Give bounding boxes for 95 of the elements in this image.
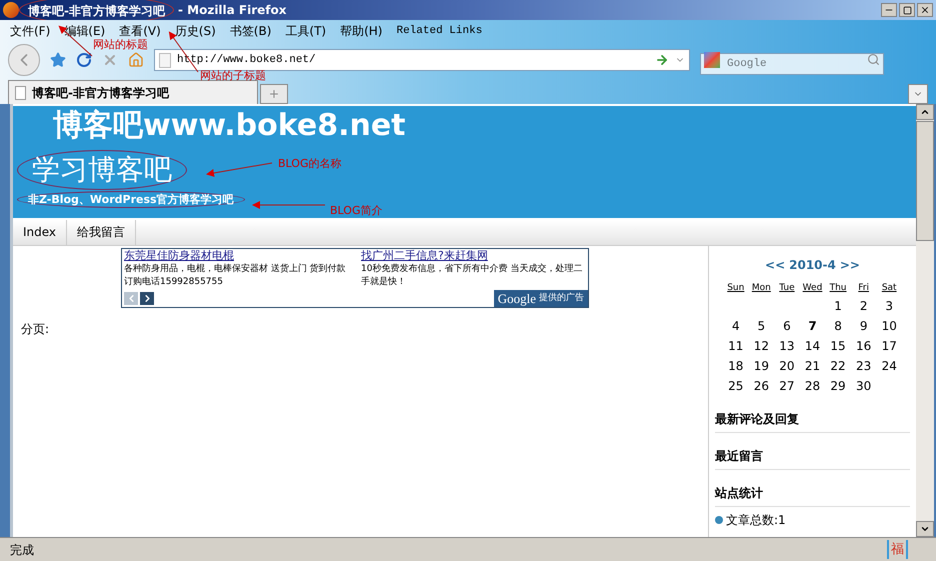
- calendar-day: 10: [876, 316, 902, 336]
- menu-item[interactable]: 历史(S): [174, 22, 216, 40]
- page-icon: [15, 86, 26, 100]
- sidebar-heading: 最近留言: [715, 447, 910, 470]
- ad-text: 10秒免费发布信息，省下所有中介费 当天成交，处理二手就是快！: [361, 263, 584, 289]
- ad-badge-brand: Google: [498, 290, 536, 308]
- calendar-day: 6: [774, 316, 800, 336]
- site-logo: 博客吧www.boke8.net: [53, 108, 407, 144]
- calendar-day: 2: [850, 296, 876, 316]
- window-title-app-name: - Mozilla Firefox: [178, 2, 286, 19]
- calendar-day: 12: [748, 336, 774, 356]
- weekday-label: Sat: [880, 282, 898, 295]
- calendar-day: 19: [748, 356, 774, 376]
- window-title: 博客吧-非官方博客学习吧: [28, 4, 165, 18]
- calendar-day: 20: [774, 356, 800, 376]
- ad-title-link[interactable]: 找广州二手信息?来赶集网: [361, 249, 586, 263]
- annotation-label: 网站的标题: [93, 39, 148, 51]
- annotation-label: BLOG的名称: [278, 158, 342, 170]
- reload-icon[interactable]: [76, 52, 92, 68]
- calendar-day: 24: [876, 356, 902, 376]
- menu-item[interactable]: Related Links: [396, 22, 482, 40]
- calendar-day: 13: [774, 336, 800, 356]
- menu-item[interactable]: 查看(V): [119, 22, 161, 40]
- home-icon[interactable]: [128, 52, 144, 68]
- menu-item[interactable]: 工具(T): [285, 22, 326, 40]
- blog-name: 学习博客吧: [32, 153, 172, 187]
- blog-description: 非Z-Blog、WordPress官方博客学习吧: [28, 192, 234, 207]
- calendar-day: 7: [800, 316, 826, 336]
- ad-badge-label: 提供的广告: [539, 292, 584, 305]
- go-arrow-icon[interactable]: [655, 53, 669, 67]
- page-icon: [159, 52, 171, 68]
- ad-next-button[interactable]: [140, 292, 154, 305]
- calendar-day: 29: [825, 376, 851, 396]
- maximize-button[interactable]: [899, 3, 915, 17]
- close-button[interactable]: [917, 3, 933, 17]
- calendar-month: 2010-4: [789, 257, 836, 274]
- calendar-day: 1: [825, 296, 851, 316]
- calendar-day: 21: [800, 356, 826, 376]
- maximize-icon: [902, 6, 912, 14]
- annotation-label: BLOG简介: [330, 205, 382, 217]
- calendar-day: 18: [723, 356, 749, 376]
- scroll-down-button[interactable]: [916, 521, 934, 537]
- ad-title-link[interactable]: 东莞星佳防身器材电棍: [124, 249, 349, 263]
- sidebar-item: 文章总数:1: [726, 512, 786, 529]
- ad-text: 各种防身用品，电棍，电棒保安器材 送货上门 货到付款订购电话15992855755: [124, 263, 347, 289]
- calendar-day: 5: [748, 316, 774, 336]
- annotation-label: 网站的子标题: [200, 70, 266, 82]
- calendar-day: 16: [850, 336, 876, 356]
- calendar-day: 15: [825, 336, 851, 356]
- scrollbar[interactable]: [916, 104, 934, 537]
- scroll-down-icon: [920, 524, 930, 534]
- browser-tab[interactable]: 博客吧-非官方博客学习吧: [8, 80, 258, 104]
- sidebar-heading: 最新评论及回复: [715, 410, 910, 433]
- weekday-label: Fri: [857, 282, 870, 295]
- calendar-day: 27: [774, 376, 800, 396]
- calendar-day: 14: [800, 336, 826, 356]
- calendar-day: 25: [723, 376, 749, 396]
- bookmark-star-icon[interactable]: [50, 52, 66, 68]
- calendar-day: 9: [850, 316, 876, 336]
- calendar-day: 26: [748, 376, 774, 396]
- stop-icon[interactable]: [102, 52, 118, 68]
- scroll-up-button[interactable]: [916, 104, 934, 120]
- close-icon: [920, 5, 930, 15]
- prev-month-link[interactable]: <<: [765, 256, 786, 274]
- calendar-day: 30: [850, 376, 876, 396]
- annotation-arrow: [206, 162, 272, 177]
- calendar-day: 23: [850, 356, 876, 376]
- sidebar-heading: 站点统计: [715, 484, 910, 507]
- calendar-day: 4: [723, 316, 749, 336]
- weekday-label: Mon: [750, 282, 772, 295]
- calendar-day: 17: [876, 336, 902, 356]
- status-text: 完成: [10, 542, 34, 558]
- calendar-day: 28: [800, 376, 826, 396]
- back-button[interactable]: [8, 44, 40, 76]
- nav-link[interactable]: Index: [13, 220, 68, 245]
- calendar-day: 3: [876, 296, 902, 316]
- next-month-link[interactable]: >>: [840, 256, 860, 274]
- menu-item[interactable]: 帮助(H): [340, 22, 382, 40]
- minimize-button[interactable]: [881, 3, 897, 17]
- scrollbar-thumb[interactable]: [916, 121, 934, 241]
- search-icon[interactable]: [867, 53, 880, 66]
- search-field[interactable]: Google: [700, 53, 884, 75]
- calendar-day: 22: [825, 356, 851, 376]
- weekday-label: Wed: [802, 282, 824, 295]
- pagination-label: 分页:: [21, 321, 50, 338]
- new-tab-button[interactable]: [260, 84, 288, 104]
- weekday-label: Thu: [828, 282, 848, 295]
- weekday-label: Tue: [778, 282, 796, 295]
- menu-item[interactable]: 书签(B): [230, 22, 272, 40]
- calendar-day: 8: [825, 316, 851, 336]
- nav-link[interactable]: 给我留言: [67, 220, 136, 245]
- scroll-up-icon: [920, 107, 930, 117]
- menu-item[interactable]: 文件(F): [10, 22, 50, 40]
- calendar-day: 11: [723, 336, 749, 356]
- weekday-label: Sun: [726, 282, 746, 295]
